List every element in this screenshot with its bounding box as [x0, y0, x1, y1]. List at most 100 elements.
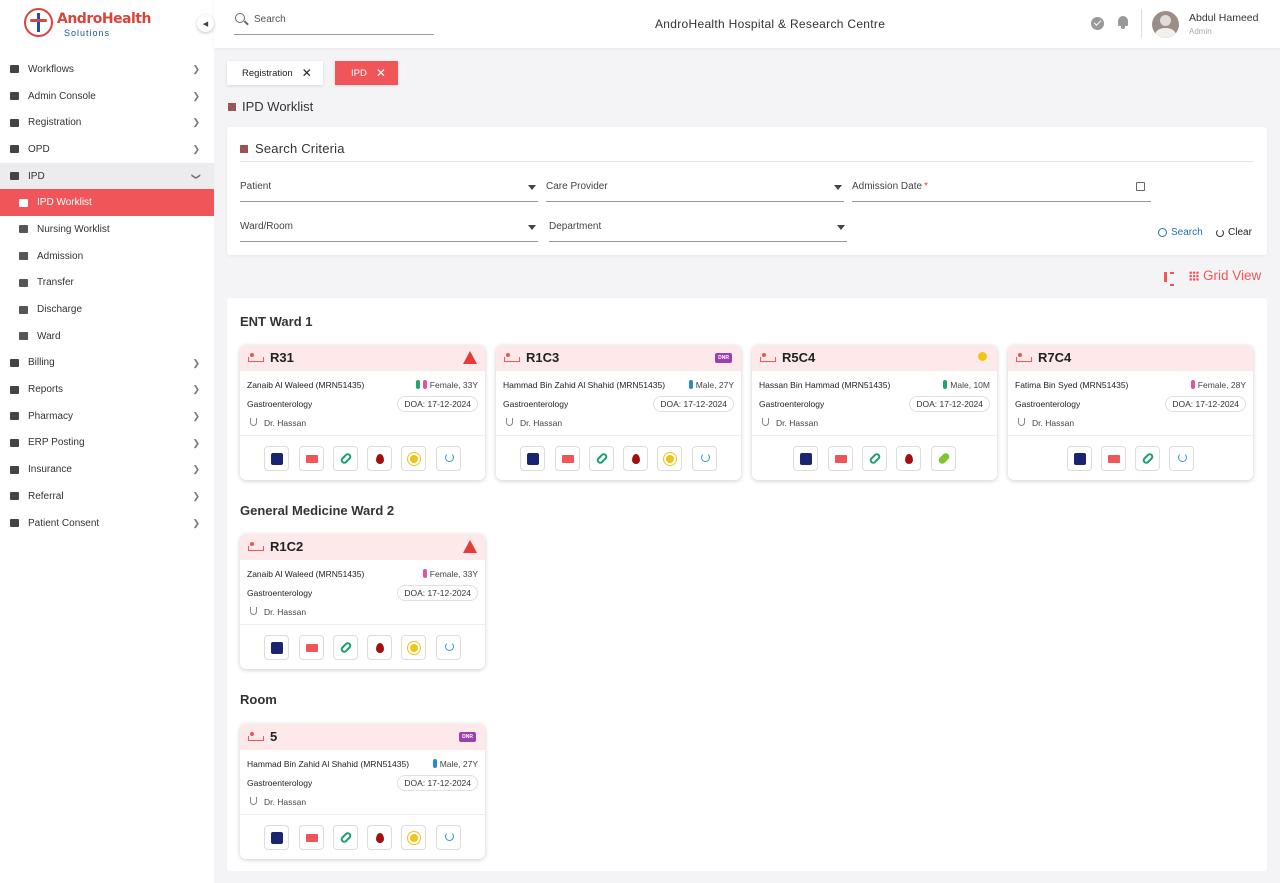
- search-input[interactable]: Search: [234, 8, 434, 35]
- patient-gender: Male,: [950, 380, 972, 390]
- care-button[interactable]: [691, 446, 717, 471]
- patient-name[interactable]: Hammad Bin Zahid Al Shahid (MRN51435): [503, 380, 665, 390]
- medication-button[interactable]: [332, 635, 358, 660]
- patient-name[interactable]: Hassan Bin Hammad (MRN51435): [759, 380, 890, 390]
- bell-icon[interactable]: [1117, 16, 1129, 29]
- sidebar-item-billing[interactable]: Billing ❯: [0, 350, 214, 377]
- sidebar-item-referral[interactable]: Referral ❯: [0, 483, 214, 510]
- close-icon[interactable]: ✕: [302, 66, 312, 80]
- bed-button[interactable]: [298, 446, 324, 471]
- bed-card[interactable]: R31 Zanaib Al Waleed (MRN51435) Female, …: [240, 345, 485, 480]
- patient-select[interactable]: Patient: [240, 180, 538, 202]
- sparkle-icon: [978, 352, 987, 361]
- bed-button[interactable]: [298, 825, 324, 850]
- sidebar-item-workflows[interactable]: Workflows ❯: [0, 56, 214, 83]
- sidebar-item-erp-posting[interactable]: ERP Posting ❯: [0, 430, 214, 457]
- care-button[interactable]: [435, 635, 461, 660]
- close-icon[interactable]: ✕: [376, 66, 386, 80]
- sidebar-item-discharge[interactable]: Discharge: [0, 296, 214, 323]
- bed-card-header: R5C4: [752, 345, 997, 371]
- grid-view-icon[interactable]: [1189, 271, 1199, 281]
- lab-report-button[interactable]: [264, 825, 290, 850]
- page-title: IPD Worklist: [242, 99, 314, 114]
- lab-report-button[interactable]: [264, 635, 290, 660]
- tab-registration[interactable]: Registration ✕: [227, 61, 323, 85]
- user-name[interactable]: Abdul Hameed: [1189, 12, 1258, 24]
- bed-card[interactable]: R1C3 DNR Hammad Bin Zahid Al Shahid (MRN…: [496, 345, 741, 480]
- sidebar-item-ipd[interactable]: IPD ❯: [0, 162, 214, 190]
- bed-card[interactable]: R7C4 Fatima Bin Syed (MRN51435) Female, …: [1008, 345, 1253, 480]
- blood-drop-icon: [905, 454, 914, 464]
- department-select[interactable]: Department: [549, 220, 847, 242]
- sidebar-item-label: ERP Posting: [28, 437, 85, 449]
- patient-name[interactable]: Zanaib Al Waleed (MRN51435): [247, 569, 364, 579]
- patient-age: 10M: [973, 380, 990, 390]
- blood-button[interactable]: [896, 446, 922, 471]
- lab-icon: [271, 832, 284, 844]
- sidebar-item-patient-consent[interactable]: Patient Consent ❯: [0, 510, 214, 537]
- medication-button[interactable]: [588, 446, 614, 471]
- blood-button[interactable]: [367, 825, 393, 850]
- vitals-button[interactable]: [401, 825, 427, 850]
- care-provider-select[interactable]: Care Provider: [546, 180, 844, 202]
- sidebar-item-ipd-worklist[interactable]: IPD Worklist: [0, 189, 214, 217]
- sidebar-item-label: Admin Console: [28, 90, 96, 102]
- bed-button[interactable]: [554, 446, 580, 471]
- grid-view-toggle[interactable]: Grid View: [1203, 268, 1261, 283]
- stethoscope-icon: [1018, 418, 1025, 426]
- ward-room-select[interactable]: Ward/Room: [240, 220, 538, 242]
- brand-logo[interactable]: AndroHealth Solutions: [24, 8, 184, 42]
- patient-name[interactable]: Fatima Bin Syed (MRN51435): [1015, 380, 1128, 390]
- bed-button[interactable]: [1100, 446, 1126, 471]
- verified-check-icon[interactable]: [1091, 17, 1104, 30]
- medication-button[interactable]: [862, 446, 887, 471]
- medication-button[interactable]: [332, 825, 358, 850]
- bed-button[interactable]: [298, 635, 324, 660]
- admission-date-field[interactable]: Admission Date *: [852, 180, 1151, 202]
- bed-card[interactable]: R5C4 Hassan Bin Hammad (MRN51435) Male, …: [752, 345, 997, 480]
- care-button[interactable]: [435, 446, 461, 471]
- sun-icon: [666, 455, 675, 463]
- search-button[interactable]: Search: [1158, 227, 1203, 238]
- vitals-button[interactable]: [401, 446, 427, 471]
- sidebar-item-ward[interactable]: Ward: [0, 323, 214, 350]
- grid-dots-icon: [228, 103, 236, 111]
- calendar-icon[interactable]: [1136, 182, 1145, 191]
- pill-button[interactable]: [930, 446, 956, 471]
- bed-icon: [305, 455, 318, 463]
- patient-name[interactable]: Zanaib Al Waleed (MRN51435): [247, 380, 364, 390]
- patient-name[interactable]: Hammad Bin Zahid Al Shahid (MRN51435): [247, 759, 409, 769]
- medication-button[interactable]: [1135, 446, 1161, 471]
- vitals-button[interactable]: [657, 446, 683, 471]
- lab-report-button[interactable]: [264, 446, 290, 471]
- vitals-button[interactable]: [401, 635, 427, 660]
- care-button[interactable]: [435, 825, 461, 850]
- sidebar-collapse-button[interactable]: ◀: [197, 15, 214, 32]
- sidebar-item-insurance[interactable]: Insurance ❯: [0, 456, 214, 483]
- sidebar-item-transfer[interactable]: Transfer: [0, 270, 214, 297]
- blood-button[interactable]: [367, 635, 393, 660]
- sidebar-item-admin-console[interactable]: Admin Console ❯: [0, 83, 214, 110]
- sidebar-item-registration[interactable]: Registration ❯: [0, 109, 214, 136]
- bed-card[interactable]: R1C2 Zanaib Al Waleed (MRN51435) Female,…: [240, 534, 485, 669]
- tab-ipd[interactable]: IPD ✕: [335, 61, 398, 85]
- bed-card[interactable]: 5 DNR Hammad Bin Zahid Al Shahid (MRN514…: [240, 724, 485, 859]
- sidebar-item-reports[interactable]: Reports ❯: [0, 376, 214, 403]
- sidebar-item-opd[interactable]: OPD ❯: [0, 136, 214, 163]
- sidebar-item-nursing-worklist[interactable]: Nursing Worklist: [0, 216, 214, 243]
- care-button[interactable]: [1169, 446, 1195, 471]
- stethoscope-icon: [250, 607, 257, 615]
- bed-button[interactable]: [827, 446, 853, 471]
- sort-icon[interactable]: [1163, 271, 1175, 286]
- clear-button[interactable]: Clear: [1216, 227, 1252, 238]
- sidebar-item-admission[interactable]: Admission: [0, 243, 214, 270]
- blood-button[interactable]: [623, 446, 649, 471]
- sidebar-item-pharmacy[interactable]: Pharmacy ❯: [0, 403, 214, 430]
- blood-button[interactable]: [367, 446, 393, 471]
- lab-report-button[interactable]: [793, 446, 819, 471]
- lab-report-button[interactable]: [1066, 446, 1092, 471]
- avatar[interactable]: [1152, 11, 1179, 38]
- medication-button[interactable]: [332, 446, 358, 471]
- department: Gastroenterology: [759, 399, 825, 409]
- lab-report-button[interactable]: [520, 446, 546, 471]
